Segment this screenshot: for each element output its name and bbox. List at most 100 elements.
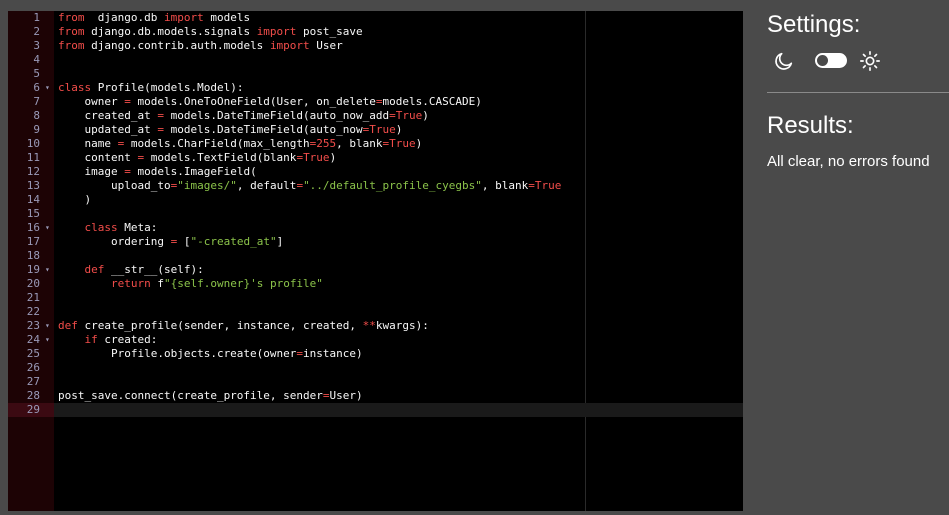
line-number-label: 5 [33,67,40,80]
code-line[interactable]: 6 ▾ class Profile(models.Model): [8,81,743,95]
line-number: 15 [8,207,54,221]
line-number: 21 [8,291,54,305]
code-line[interactable]: 8 created_at = models.DateTimeField(auto… [8,109,743,123]
code-line[interactable]: 22 [8,305,743,319]
code-editor[interactable]: 1 from django.db import models 2 from djang… [8,11,743,511]
line-number: 7 [8,95,54,109]
line-number-label: 18 [26,249,40,262]
line-number-label: 20 [26,277,40,290]
fold-arrow-icon[interactable]: ▾ [45,81,50,95]
line-number: 19 ▾ [8,263,54,277]
code-line[interactable]: 7 owner = models.OneToOneField(User, on_… [8,95,743,109]
toggle-knob [817,55,828,66]
code-text: created_at = models.DateTimeField(auto_n… [58,109,429,122]
line-number-label: 1 [33,11,40,24]
code-text: from django.db import models [58,11,251,24]
line-number-label: 8 [33,109,40,122]
line-number-label: 19 [26,263,40,276]
line-number: 22 [8,305,54,319]
line-number: 11 [8,151,54,165]
code-line[interactable]: 19 ▾ def __str__(self): [8,263,743,277]
line-number: 13 [8,179,54,193]
line-number-label: 17 [26,235,40,248]
fold-arrow-icon[interactable]: ▾ [45,263,50,277]
code-line[interactable]: 5 [8,67,743,81]
line-number: 27 [8,375,54,389]
code-text: name = models.CharField(max_length=255, … [58,137,423,150]
line-number: 10 [8,137,54,151]
code-text: ) [58,193,92,206]
code-text: upload_to="images/", default="../default… [58,179,562,192]
line-number-label: 3 [33,39,40,52]
code-line[interactable]: 24 ▾ if created: [8,333,743,347]
code-line[interactable]: 4 [8,53,743,67]
code-line[interactable]: 16 ▾ class Meta: [8,221,743,235]
line-number-label: 7 [33,95,40,108]
results-message: All clear, no errors found [767,153,930,170]
code-line[interactable]: 25 Profile.objects.create(owner=instance… [8,347,743,361]
code-text: from django.db.models.signals import pos… [58,25,363,38]
line-number-label: 22 [26,305,40,318]
code-line[interactable]: 14 ) [8,193,743,207]
line-number-label: 13 [26,179,40,192]
line-number-label: 16 [26,221,40,234]
fold-arrow-icon[interactable]: ▾ [45,319,50,333]
code-line[interactable]: 12 image = models.ImageField( [8,165,743,179]
code-text: updated_at = models.DateTimeField(auto_n… [58,123,403,136]
line-number-label: 26 [26,361,40,374]
line-number: 14 [8,193,54,207]
line-number: 26 [8,361,54,375]
code-line[interactable]: 15 [8,207,743,221]
code-text: owner = models.OneToOneField(User, on_de… [58,95,482,108]
code-line[interactable]: 3 from django.contrib.auth.models import … [8,39,743,53]
code-text: post_save.connect(create_profile, sender… [58,389,363,402]
code-line[interactable]: 29 [8,403,743,417]
sun-icon[interactable] [859,50,881,77]
code-line[interactable]: 23 ▾ def create_profile(sender, instance, … [8,319,743,333]
line-number-label: 21 [26,291,40,304]
moon-icon[interactable] [773,50,795,77]
code-text: from django.contrib.auth.models import U… [58,39,343,52]
code-line[interactable]: 9 updated_at = models.DateTimeField(auto… [8,123,743,137]
line-number: 8 [8,109,54,123]
code-line[interactable]: 26 [8,361,743,375]
line-number-label: 14 [26,193,40,206]
code-line[interactable]: 20 return f"{self.owner}'s profile" [8,277,743,291]
line-number-label: 10 [26,137,40,150]
code-line[interactable]: 2 from django.db.models.signals import po… [8,25,743,39]
code-line[interactable]: 11 content = models.TextField(blank=True… [8,151,743,165]
code-line[interactable]: 27 [8,375,743,389]
line-number: 24 ▾ [8,333,54,347]
fold-arrow-icon[interactable]: ▾ [45,221,50,235]
code-line[interactable]: 10 name = models.CharField(max_length=25… [8,137,743,151]
code-line[interactable]: 1 from django.db import models [8,11,743,25]
code-text: def __str__(self): [84,263,204,276]
line-number-label: 12 [26,165,40,178]
line-number-label: 4 [33,53,40,66]
line-number: 6 ▾ [8,81,54,95]
line-number-label: 2 [33,25,40,38]
line-number-label: 11 [26,151,40,164]
theme-switcher [773,50,893,72]
line-number: 4 [8,53,54,67]
line-number-label: 27 [26,375,40,388]
code-text: if created: [84,333,158,346]
code-line[interactable]: 13 upload_to="images/", default="../defa… [8,179,743,193]
code-text: image = models.ImageField( [58,165,257,178]
panel-divider [767,92,949,93]
line-number-label: 6 [33,81,40,94]
line-number: 5 [8,67,54,81]
line-number: 23 ▾ [8,319,54,333]
code-line[interactable]: 18 [8,249,743,263]
code-line[interactable]: 28 post_save.connect(create_profile, send… [8,389,743,403]
line-number-label: 29 [26,403,40,416]
code-line[interactable]: 21 [8,291,743,305]
fold-arrow-icon[interactable]: ▾ [45,333,50,347]
theme-toggle-switch[interactable] [815,53,847,68]
line-number: 2 [8,25,54,39]
line-number: 17 [8,235,54,249]
code-text: class Profile(models.Model): [58,81,244,94]
code-line[interactable]: 17 ordering = ["-created_at"] [8,235,743,249]
code-text: ordering = ["-created_at"] [58,235,284,248]
line-number: 9 [8,123,54,137]
